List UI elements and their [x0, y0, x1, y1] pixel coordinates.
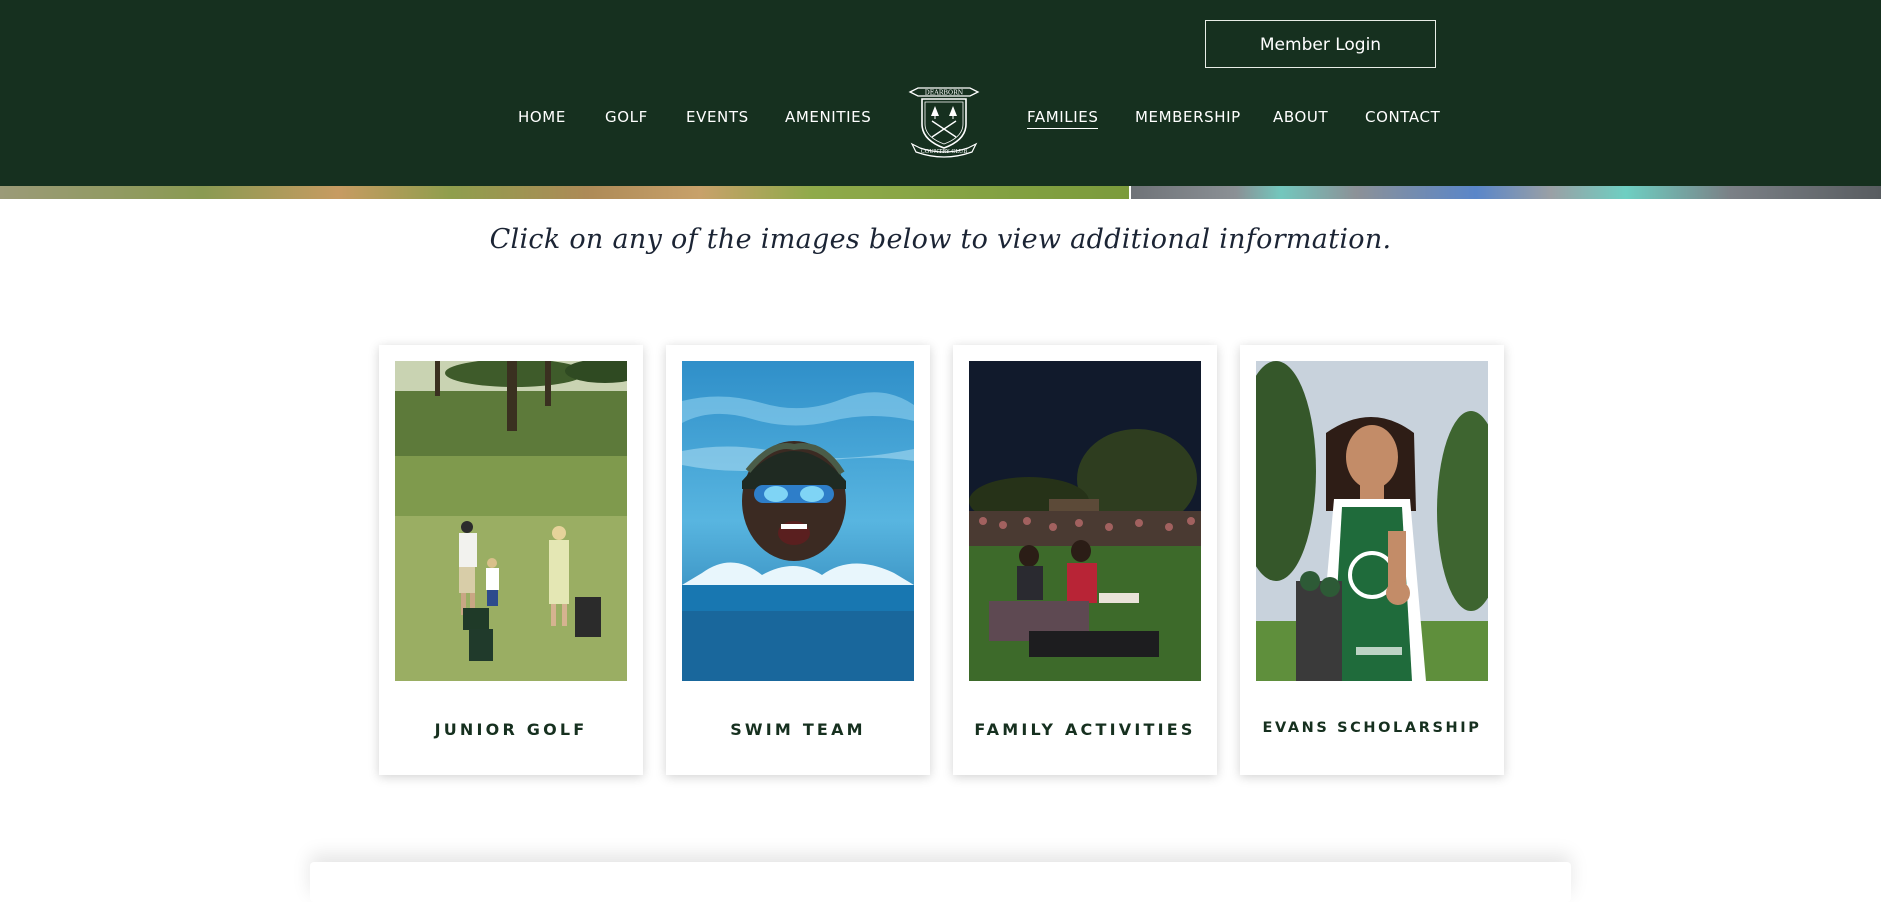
- page-instruction: Click on any of the images below to view…: [489, 224, 1392, 255]
- swim-team-photo[interactable]: [682, 361, 914, 681]
- card-swim-team[interactable]: SWIM TEAM: [666, 345, 930, 775]
- card-family-activities[interactable]: FAMILY ACTIVITIES: [953, 345, 1217, 775]
- crest-icon: DEARBORN COUNTRY CLUB: [908, 87, 980, 158]
- card-title: SWIM TEAM: [730, 720, 866, 739]
- card-title: EVANS SCHOLARSHIP: [1262, 720, 1482, 736]
- card-evans-scholarship[interactable]: EVANS SCHOLARSHIP: [1240, 345, 1504, 775]
- junior-golf-photo[interactable]: [395, 361, 627, 681]
- nav-amenities[interactable]: AMENITIES: [785, 108, 871, 126]
- logo-bottom-text: COUNTRY CLUB: [921, 149, 968, 155]
- next-section-panel: [310, 862, 1571, 902]
- nav-families[interactable]: FAMILIES: [1027, 108, 1099, 129]
- family-activities-photo[interactable]: [969, 361, 1201, 681]
- club-logo[interactable]: DEARBORN COUNTRY CLUB: [904, 82, 984, 158]
- hero-image-left: [0, 186, 1129, 199]
- nav-events[interactable]: EVENTS: [686, 108, 749, 126]
- card-title: FAMILY ACTIVITIES: [974, 720, 1196, 739]
- hero-image-right: [1131, 186, 1881, 199]
- nav-home[interactable]: HOME: [518, 108, 566, 126]
- nav-golf[interactable]: GOLF: [605, 108, 648, 126]
- nav-about[interactable]: ABOUT: [1273, 108, 1328, 126]
- card-junior-golf[interactable]: JUNIOR GOLF: [379, 345, 643, 775]
- nav-contact[interactable]: CONTACT: [1365, 108, 1440, 126]
- member-login-button[interactable]: Member Login: [1205, 20, 1436, 68]
- hero-image-strip: [0, 186, 1881, 199]
- logo-top-text: DEARBORN: [925, 90, 964, 97]
- nav-membership[interactable]: MEMBERSHIP: [1135, 108, 1241, 126]
- evans-scholarship-photo[interactable]: [1256, 361, 1488, 681]
- card-title: JUNIOR GOLF: [434, 720, 588, 739]
- site-header: Member Login HOME GOLF EVENTS AMENITIES …: [0, 0, 1881, 186]
